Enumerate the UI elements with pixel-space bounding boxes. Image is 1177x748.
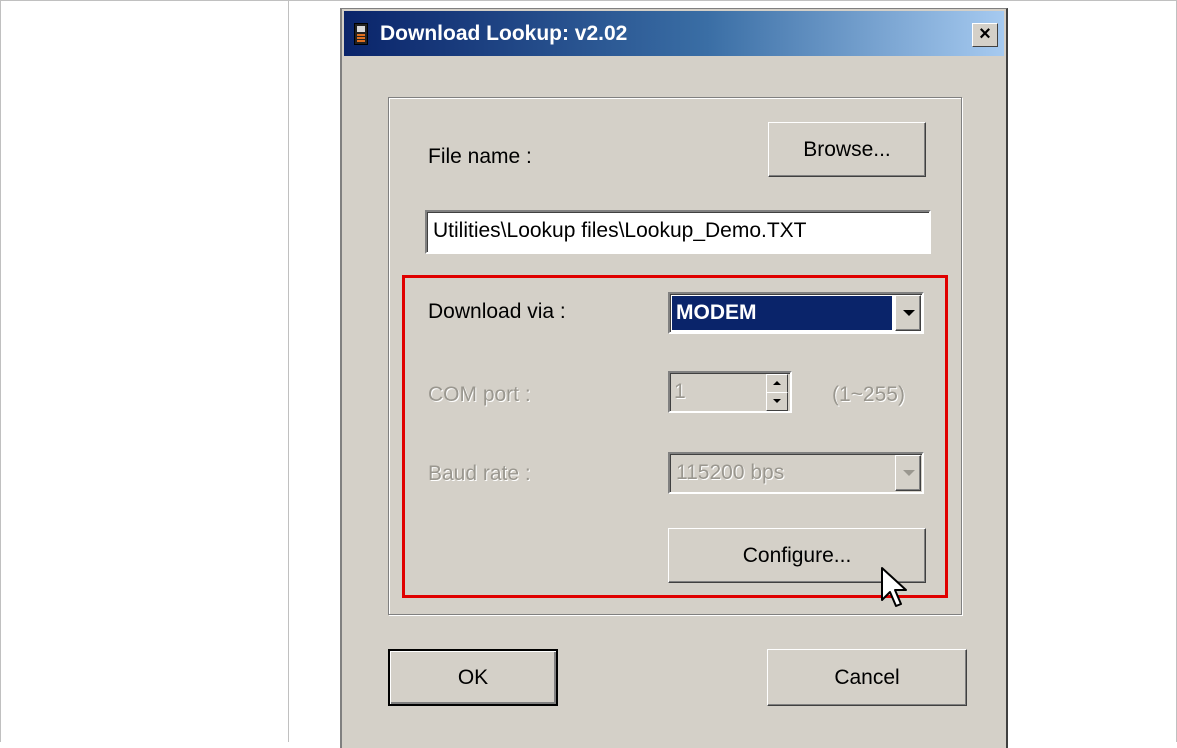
table-border-divider bbox=[288, 0, 289, 742]
table-border-top bbox=[0, 0, 1177, 1]
close-button[interactable]: × bbox=[972, 23, 998, 47]
title-bar[interactable]: Download Lookup: v2.02 × bbox=[344, 11, 1004, 56]
cancel-button[interactable]: Cancel bbox=[767, 649, 967, 706]
close-icon: × bbox=[979, 23, 991, 45]
handheld-terminal-icon bbox=[354, 23, 368, 45]
table-border-left bbox=[0, 0, 1, 742]
browse-button[interactable]: Browse... bbox=[768, 122, 926, 177]
mouse-cursor-icon bbox=[881, 567, 907, 607]
window-title: Download Lookup: v2.02 bbox=[380, 22, 628, 45]
highlight-box bbox=[402, 275, 948, 598]
file-path-field[interactable]: Utilities\Lookup files\Lookup_Demo.TXT bbox=[425, 210, 931, 254]
file-name-label: File name : bbox=[428, 145, 532, 168]
ok-button[interactable]: OK bbox=[388, 649, 558, 706]
